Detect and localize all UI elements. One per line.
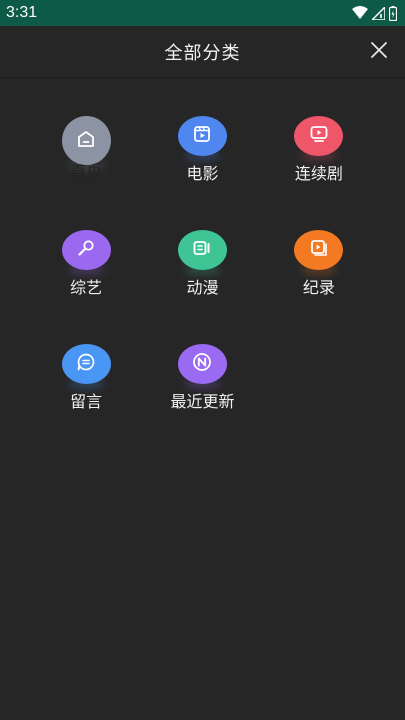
page-title: 全部分类 bbox=[164, 42, 241, 64]
category-variety[interactable]: 综艺 bbox=[28, 230, 144, 298]
wifi-icon bbox=[352, 6, 368, 20]
category-label: 综艺 bbox=[70, 278, 103, 297]
category-label: 最近更新 bbox=[170, 392, 235, 411]
category-message[interactable]: 留言 bbox=[28, 344, 144, 412]
category-series[interactable]: 连续剧 bbox=[261, 116, 377, 184]
category-icon-circle bbox=[177, 344, 227, 384]
category-movie[interactable]: 电影 bbox=[144, 116, 260, 184]
close-button[interactable] bbox=[365, 38, 393, 66]
category-documentary[interactable]: 纪录 bbox=[261, 230, 377, 298]
microphone-icon bbox=[76, 238, 96, 262]
category-icon-circle bbox=[61, 230, 111, 270]
film-icon bbox=[192, 124, 212, 148]
category-label: 电影 bbox=[186, 164, 219, 183]
status-icons bbox=[352, 5, 397, 21]
category-icon-circle bbox=[177, 230, 227, 270]
status-time: 3:31 bbox=[6, 4, 38, 21]
category-recent-updates[interactable]: 最近更新 bbox=[144, 344, 260, 412]
home-icon bbox=[76, 129, 96, 153]
message-icon bbox=[76, 352, 96, 376]
header: 全部分类 bbox=[0, 26, 405, 78]
category-grid: 首页 电影 连续剧 综艺 动漫 纪录 留言 最近更新 bbox=[0, 116, 405, 412]
category-home[interactable]: 首页 bbox=[28, 116, 144, 184]
category-label: 纪录 bbox=[302, 278, 335, 297]
category-label: 连续剧 bbox=[294, 164, 343, 183]
category-icon-circle bbox=[294, 116, 344, 156]
status-bar: 3:31 bbox=[0, 0, 405, 26]
play-document-icon bbox=[309, 238, 329, 262]
category-icon-circle bbox=[61, 344, 111, 384]
category-icon-circle bbox=[294, 230, 344, 270]
battery-icon bbox=[389, 5, 397, 21]
animation-icon bbox=[192, 238, 212, 262]
category-label: 留言 bbox=[70, 392, 103, 411]
new-badge-icon bbox=[191, 351, 213, 377]
category-icon-circle bbox=[177, 116, 227, 156]
close-icon bbox=[371, 42, 387, 62]
category-label: 动漫 bbox=[186, 278, 219, 297]
tv-icon bbox=[309, 124, 329, 148]
category-icon-circle bbox=[61, 116, 111, 165]
category-anime[interactable]: 动漫 bbox=[144, 230, 260, 298]
signal-icon bbox=[372, 6, 385, 20]
